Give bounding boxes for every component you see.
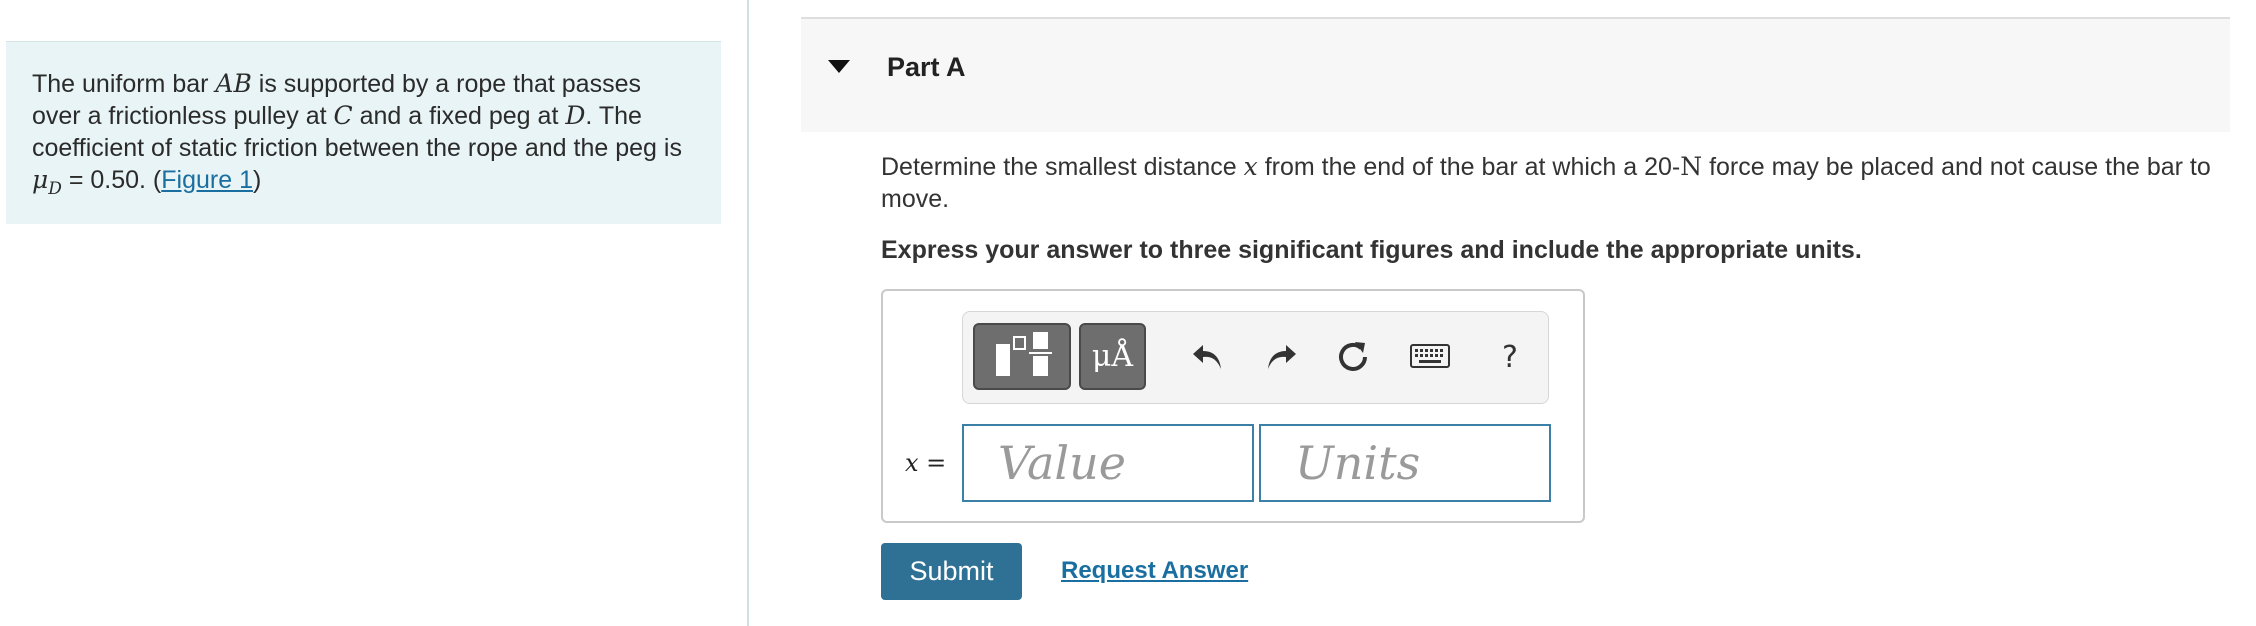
variable-x: x: [1243, 152, 1258, 181]
answer-variable-label: x =: [905, 449, 947, 477]
column-divider: [747, 0, 749, 626]
undo-icon[interactable]: [1188, 332, 1228, 382]
math-toolbar: μÅ ?: [962, 311, 1549, 404]
part-header[interactable]: Part A: [801, 17, 2230, 132]
problem-text: ): [252, 166, 262, 194]
unit-newton: N: [1680, 152, 1703, 181]
templates-button[interactable]: [973, 323, 1071, 390]
problem-text: = 0.50. (: [61, 166, 162, 194]
peg-symbol: D: [565, 101, 586, 130]
figure-link[interactable]: Figure 1: [161, 166, 253, 194]
keyboard-icon[interactable]: [1408, 332, 1452, 382]
help-icon[interactable]: ?: [1490, 332, 1530, 382]
answer-instruction: Express your answer to three significant…: [881, 236, 1862, 264]
request-answer-link[interactable]: Request Answer: [1061, 557, 1248, 585]
question-fragment: Determine the smallest distance: [881, 153, 1244, 181]
redo-icon[interactable]: [1261, 332, 1301, 382]
collapse-caret-icon[interactable]: [828, 60, 850, 73]
mu-subscript: D: [48, 179, 62, 199]
pulley-symbol: C: [333, 101, 353, 130]
units-button[interactable]: μÅ: [1079, 323, 1146, 390]
part-title: Part A: [887, 52, 966, 82]
question-text: Determine the smallest distance x from t…: [881, 151, 2221, 215]
problem-text: The uniform bar: [32, 70, 216, 98]
problem-text: and a fixed peg at: [352, 102, 566, 130]
question-fragment: from the end of the bar at which a 20-: [1257, 153, 1681, 181]
value-input[interactable]: Value: [962, 424, 1254, 502]
units-input[interactable]: Units: [1259, 424, 1551, 502]
reset-icon[interactable]: [1333, 332, 1373, 382]
templates-icon: [996, 332, 1052, 376]
bar-symbol: AB: [215, 69, 252, 98]
problem-statement: The uniform bar AB is supported by a rop…: [6, 41, 721, 224]
mu-symbol: μ: [32, 165, 49, 194]
submit-button[interactable]: Submit: [881, 543, 1022, 600]
answer-box: μÅ ? x = Value Units: [881, 289, 1585, 523]
